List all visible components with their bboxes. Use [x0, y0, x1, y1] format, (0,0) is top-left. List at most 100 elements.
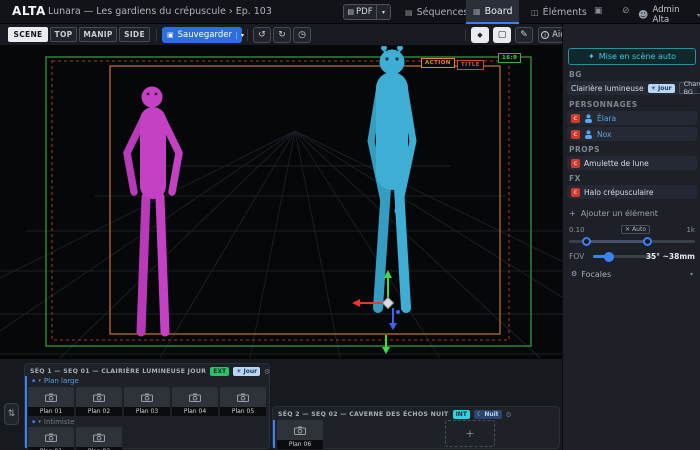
section-props: PROPS — [569, 145, 600, 154]
frame-icon: ▢ — [498, 30, 507, 40]
shot-thumb[interactable]: Plan 03 — [124, 387, 170, 416]
gear-icon[interactable]: ⚙ — [264, 368, 270, 376]
shot-thumb[interactable]: Plan 01 — [28, 387, 74, 416]
range-auto-toggle[interactable]: ✕ Auto — [621, 225, 650, 234]
camera-icon — [93, 393, 105, 402]
bg-row[interactable]: Clairière lumineuse ☀ Jour Charger BG — [567, 81, 697, 95]
section-bg: BG — [569, 70, 582, 79]
panel-icon[interactable]: ▣ — [594, 6, 603, 16]
pdf-export-group: ▤ PDF ▾ — [343, 4, 391, 20]
range-slider[interactable] — [569, 240, 695, 243]
nuit-badge: ☾ Nuit — [474, 410, 502, 419]
camera-icon — [141, 393, 153, 402]
info-icon: i — [541, 31, 549, 39]
plus-icon: + — [465, 427, 474, 440]
aspect-ratio-label: 16:9 — [498, 53, 521, 63]
save-button[interactable]: ▣ Sauvegarder ▾ — [162, 27, 242, 43]
sequence-card-2[interactable]: SÉQ 2 — SEQ 02 — CAVERNE DES ÉCHOS NUIT … — [272, 406, 560, 449]
user-name: Admin Alta — [652, 5, 693, 25]
moon-icon: ☾ — [477, 411, 482, 418]
tab-elements[interactable]: ◫ Éléments — [524, 0, 594, 24]
status-icon[interactable]: ⊘ — [622, 6, 630, 16]
list-item-halo[interactable]: c Halo crépusculaire — [567, 185, 697, 199]
tab-board[interactable]: ▦ Board — [466, 0, 519, 24]
shot-label: Plan 05 — [220, 407, 266, 416]
redo-button[interactable]: ↻ — [273, 27, 291, 43]
shot-thumb[interactable]: Plan 02 — [76, 427, 122, 450]
tag-tool-button[interactable]: ◆ — [471, 27, 489, 43]
view-button-side[interactable]: SIDE — [119, 27, 150, 42]
int-badge: INT — [453, 410, 470, 419]
list-item-elara[interactable]: c Élara — [567, 111, 697, 125]
shot-thumb[interactable]: Plan 06 — [277, 420, 323, 449]
add-shot-button[interactable]: + — [445, 420, 495, 447]
pdf-options-button[interactable]: ▾ — [377, 4, 391, 20]
add-element-button[interactable]: + Ajouter un élément — [569, 209, 658, 218]
viewport-3d[interactable]: ACTION TITLE 16:9 — [0, 46, 562, 358]
shot-label: Plan 02 — [76, 407, 122, 416]
action-safe-guide — [110, 66, 500, 334]
row-group-intimiste[interactable]: ▪ ▾ Intimiste — [32, 418, 75, 426]
chevron-down-icon: ▾ — [690, 271, 693, 278]
bg-time-badge: ☀ Jour — [648, 84, 675, 93]
character-nox[interactable] — [371, 46, 413, 308]
range-handle-min[interactable] — [582, 237, 591, 246]
split-icon: ⇅ — [8, 409, 16, 419]
frame-tool-button[interactable]: ▢ — [493, 27, 511, 43]
list-item-nox[interactable]: c Nox — [567, 127, 697, 141]
marker-icon: ▪ — [32, 419, 35, 425]
sequence-title: SÉQ 1 — SEQ 01 — CLAIRIÈRE LUMINEUSE JOU… — [30, 368, 206, 375]
camera-icon — [45, 433, 57, 442]
redo-icon: ↻ — [278, 30, 286, 40]
focales-row[interactable]: ⚙ Focales ▾ — [567, 267, 697, 281]
panel-resize-handle[interactable]: ⇅ — [4, 403, 19, 425]
title-safe-guide — [52, 61, 509, 340]
auto-stage-button[interactable]: ✦ Mise en scène auto — [568, 48, 696, 65]
shot-thumb[interactable]: Plan 01 — [28, 427, 74, 450]
tab-sequences[interactable]: ▤ Séquences — [398, 0, 475, 24]
viewport-toolbar: SCENE TOP MANIP SIDE ▣ Sauvegarder ▾ ↺ ↻… — [0, 24, 562, 46]
history-button[interactable]: ◷ — [293, 27, 311, 43]
pdf-export-button[interactable]: ▤ PDF — [343, 4, 377, 20]
list-item-amulette[interactable]: c Amulette de lune — [567, 156, 697, 170]
app-window: ALTA Lunara — Les gardiens du crépuscule… — [0, 0, 700, 450]
scene-canvas — [0, 46, 562, 358]
shot-label: Plan 04 — [172, 407, 218, 416]
marker-icon: ▪ — [32, 378, 35, 384]
shot-label: Plan 06 — [277, 440, 323, 449]
jour-badge: ☀ Jour — [233, 367, 260, 376]
camera-icon — [45, 393, 57, 402]
shot-label: Plan 03 — [124, 407, 170, 416]
elements-icon: ◫ — [531, 8, 539, 17]
chevron-down-icon: ▾ — [38, 378, 41, 384]
load-bg-button[interactable]: Charger BG — [679, 82, 700, 94]
view-button-manip[interactable]: MANIP — [79, 27, 117, 42]
shot-thumb[interactable]: Plan 05 — [220, 387, 266, 416]
undo-button[interactable]: ↺ — [253, 27, 271, 43]
view-button-top[interactable]: TOP — [50, 27, 77, 42]
gear-icon[interactable]: ⚙ — [506, 411, 512, 419]
range-handle-max[interactable] — [643, 237, 652, 246]
sun-icon: ☀ — [651, 85, 656, 92]
history-icon: ◷ — [298, 30, 306, 40]
character-elara[interactable] — [127, 87, 179, 333]
sequence-card-1[interactable]: SÉQ 1 — SEQ 01 — CLAIRIÈRE LUMINEUSE JOU… — [24, 363, 270, 449]
user-menu[interactable]: ☻ Admin Alta ▾ — [638, 5, 700, 25]
range-header: 0.10 ✕ Auto 1k — [569, 225, 695, 234]
board-icon: ▦ — [473, 7, 481, 16]
shot-thumb[interactable]: Plan 02 — [76, 387, 122, 416]
sequence-title: SÉQ 2 — SEQ 02 — CAVERNE DES ÉCHOS NUIT — [278, 411, 449, 418]
view-button-scene[interactable]: SCENE — [8, 27, 48, 42]
shot-label: Plan 01 — [28, 407, 74, 416]
title-safe-label: TITLE — [457, 60, 484, 70]
row-group-plan-large[interactable]: ▪ ▾ Plan large — [32, 377, 79, 385]
shot-thumb[interactable]: Plan 04 — [172, 387, 218, 416]
fx-badge-icon: c — [571, 188, 580, 197]
pen-tool-button[interactable]: ✎ — [515, 27, 533, 43]
section-personnages: PERSONNAGES — [569, 100, 638, 109]
frame-guide-169 — [46, 57, 531, 346]
project-title: Lunara — Les gardiens du crépuscule › Ep… — [48, 6, 272, 17]
fov-handle[interactable] — [604, 252, 614, 262]
sequences-icon: ▤ — [405, 8, 413, 17]
app-logo: ALTA — [12, 4, 46, 18]
